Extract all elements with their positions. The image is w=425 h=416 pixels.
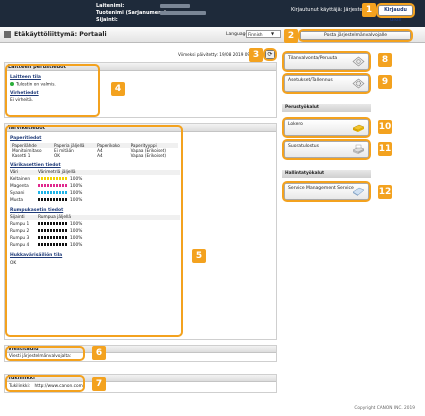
level-value: 100%: [70, 236, 83, 241]
level-bar: [38, 222, 68, 225]
cartridge-header-row: Väri Värimetrlä jäljellä: [10, 170, 180, 175]
management-tools-section: Hallintatyökalut: [282, 170, 371, 178]
direct-print-highlight: [282, 139, 371, 160]
cartridge-col-color: Väri: [10, 170, 19, 175]
item-label: Syaani: [10, 191, 25, 196]
logout-highlight: [376, 3, 415, 18]
callout-12: 12: [378, 185, 392, 199]
level-bar: [38, 191, 68, 194]
level-value: 100%: [70, 191, 83, 196]
paper-cell: Kasetti 1: [12, 153, 31, 158]
cartridge-col-level: Värimetrlä jäljellä: [38, 170, 76, 175]
level-bar: [38, 184, 68, 187]
status-ok-icon: [10, 82, 14, 86]
callout-7: 7: [92, 377, 106, 391]
callout-8: 8: [378, 53, 392, 67]
device-status-block: Laitteen tila Tulostin on valmis. Virhet…: [10, 75, 56, 103]
item-label: Musta: [10, 198, 23, 203]
device-name-label: Laitenimi:: [96, 3, 125, 9]
copyright-footer: Copyright CANON INC. 2019: [354, 406, 415, 411]
paper-table: Paperilähde Paperia jäljellä Paperikoko …: [10, 143, 178, 158]
callout-1: 1: [362, 3, 376, 17]
list-item: Rumpu 3 100%: [10, 236, 180, 241]
mailbox-highlight: [282, 117, 371, 138]
waste-value: OK: [10, 261, 17, 266]
product-name-label: Tuotenimi (Sarjanumero):: [96, 10, 169, 16]
list-item: Syaani 100%: [10, 191, 180, 196]
list-item: Musta 100%: [10, 198, 180, 203]
paper-heading: Paperitiedot: [10, 136, 42, 141]
cartridge-heading: Värikasettien tiedot: [10, 163, 61, 168]
support-highlight: [5, 375, 85, 392]
item-label: Keltainen: [10, 177, 31, 182]
item-label: Rumpu 1: [10, 222, 30, 227]
callout-3: 3: [249, 48, 263, 62]
level-value: 100%: [70, 198, 83, 203]
device-status-value: Tulostin on valmis.: [16, 82, 56, 88]
sms-highlight: [282, 181, 371, 202]
list-item: Keltainen 100%: [10, 177, 180, 182]
settings-highlight: [282, 73, 371, 94]
callout-6: 6: [92, 346, 106, 360]
callout-5: 5: [192, 249, 206, 263]
level-value: 100%: [70, 177, 83, 182]
level-bar: [38, 198, 68, 201]
list-item: Rumpu 4 100%: [10, 243, 180, 248]
item-label: Rumpu 4: [10, 243, 30, 248]
callout-11: 11: [378, 142, 392, 156]
device-status-heading: Laitteen tila: [10, 75, 41, 80]
drum-heading: Rumpukasetin tiedot: [10, 208, 64, 213]
list-item: Magenta 100%: [10, 184, 180, 189]
table-row: Kasetti 1 OK A4 Vapaa (Erikoiset): [10, 153, 178, 158]
waste-heading: Hukkavärisäiliön tila: [10, 253, 63, 258]
item-label: Rumpu 3: [10, 236, 30, 241]
callout-4: 4: [111, 82, 125, 96]
consumables-body: Paperitiedot Paperilähde Paperia jäljell…: [10, 136, 180, 266]
drum-list: Rumpu 1 100% Rumpu 2 100% Rumpu 3 100% Rumpu 4…: [10, 222, 180, 248]
item-label: Magenta: [10, 184, 29, 189]
level-value: 100%: [70, 229, 83, 234]
product-name-value: [160, 11, 206, 15]
status-monitor-highlight: [282, 51, 371, 72]
level-value: 100%: [70, 222, 83, 227]
paper-cell: A4: [97, 153, 103, 158]
drum-col-level: Rumpua jäljellä: [38, 215, 72, 220]
list-item: Rumpu 2 100%: [10, 229, 180, 234]
page-title: Etäkäyttöliittymä: Portaali: [14, 31, 107, 38]
language-select[interactable]: Finnish: [246, 30, 281, 38]
basic-tools-section: Perustyökalut: [282, 104, 371, 112]
callout-9: 9: [378, 75, 392, 89]
drum-header-row: Sijainti Rumpua jäljellä: [10, 215, 180, 220]
last-updated-text: Viimeksi päivitetty: 19/08 2019 09:46:53: [178, 52, 260, 57]
level-bar: [38, 236, 68, 239]
refresh-highlight: [263, 48, 277, 61]
paper-cell: Vapaa (Erikoiset): [130, 153, 167, 158]
message-highlight: [5, 346, 85, 361]
errors-value: Ei virheitä.: [10, 97, 33, 103]
device-name-value: [160, 4, 190, 8]
level-value: 100%: [70, 243, 83, 248]
portal-logo-icon: [4, 31, 11, 38]
level-bar: [38, 229, 68, 232]
callout-10: 10: [378, 120, 392, 134]
level-value: 100%: [70, 184, 83, 189]
device-status-row: Tulostin on valmis.: [10, 82, 56, 88]
drum-col-location: Sijainti: [10, 215, 25, 220]
errors-heading: Virhetiedot: [10, 90, 39, 96]
item-label: Rumpu 2: [10, 229, 30, 234]
chevron-down-icon: ▼: [271, 31, 275, 36]
level-bar: [38, 177, 68, 180]
mail-admin-highlight: [298, 29, 413, 42]
list-item: Rumpu 1 100%: [10, 222, 180, 227]
location-label: Sijainti:: [96, 17, 118, 23]
callout-2: 2: [284, 29, 298, 43]
cartridge-list: Keltainen 100% Magenta 100% Syaani 100% Musta 1…: [10, 177, 180, 203]
level-bar: [38, 243, 68, 246]
paper-cell: OK: [54, 153, 61, 158]
